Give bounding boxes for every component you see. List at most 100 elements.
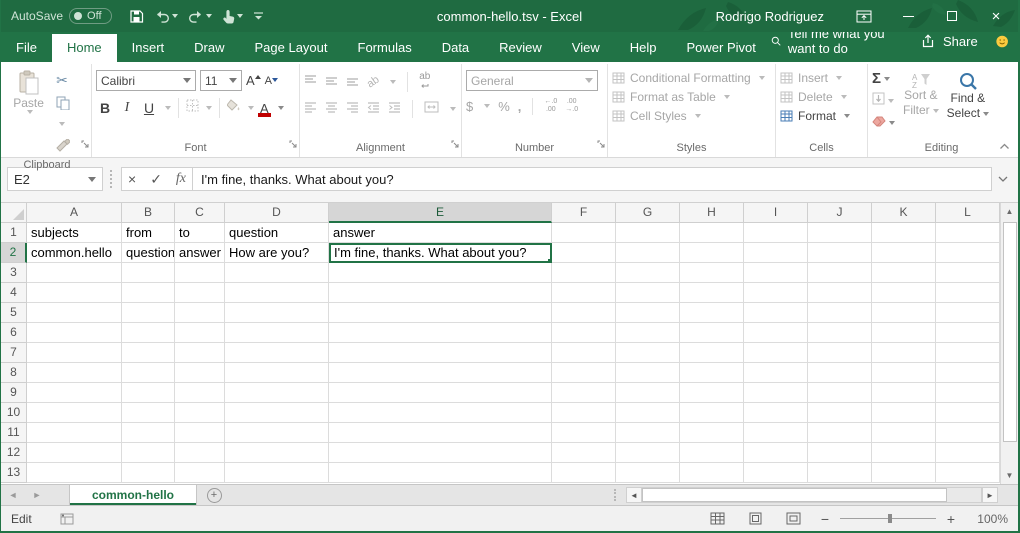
collapse-ribbon-button[interactable]: [999, 142, 1010, 153]
cell-K2[interactable]: [872, 243, 936, 263]
cell-F3[interactable]: [552, 263, 616, 283]
cell-L5[interactable]: [936, 303, 1000, 323]
cell-G4[interactable]: [616, 283, 680, 303]
cell-E2[interactable]: I'm fine, thanks. What about you?: [329, 243, 552, 263]
ribbon-tab-help[interactable]: Help: [615, 34, 672, 62]
cell-E13[interactable]: [329, 463, 552, 483]
align-bottom-button[interactable]: [346, 73, 359, 91]
fill-handle[interactable]: [547, 258, 552, 263]
column-header-B[interactable]: B: [122, 203, 175, 223]
ribbon-tab-power-pivot[interactable]: Power Pivot: [672, 34, 771, 62]
formula-input[interactable]: I'm fine, thanks. What about you?: [192, 167, 992, 191]
copy-dropdown[interactable]: [59, 122, 65, 126]
alignment-dialog-launcher[interactable]: [451, 136, 460, 154]
feedback-smiley-icon[interactable]: [996, 33, 1008, 50]
undo-button[interactable]: [151, 8, 181, 25]
cell-D8[interactable]: [225, 363, 329, 383]
number-format-combo[interactable]: General: [466, 70, 598, 91]
font-color-dropdown[interactable]: [278, 106, 284, 110]
cell-I10[interactable]: [744, 403, 808, 423]
cell-A6[interactable]: [27, 323, 122, 343]
autosave-toggle[interactable]: Off: [69, 8, 111, 24]
font-color-button[interactable]: A: [258, 101, 271, 116]
find-select-button[interactable]: Find & Select: [947, 70, 989, 140]
vertical-scroll-thumb[interactable]: [1003, 222, 1017, 442]
decrease-font-size-button[interactable]: A: [265, 75, 278, 87]
cell-A8[interactable]: [27, 363, 122, 383]
cell-F4[interactable]: [552, 283, 616, 303]
cell-L11[interactable]: [936, 423, 1000, 443]
row-header-7[interactable]: 7: [1, 343, 27, 363]
cell-D3[interactable]: [225, 263, 329, 283]
cell-A10[interactable]: [27, 403, 122, 423]
cell-G11[interactable]: [616, 423, 680, 443]
cell-E12[interactable]: [329, 443, 552, 463]
cell-K12[interactable]: [872, 443, 936, 463]
cell-B13[interactable]: [122, 463, 175, 483]
cell-K10[interactable]: [872, 403, 936, 423]
cell-C4[interactable]: [175, 283, 225, 303]
cell-J6[interactable]: [808, 323, 872, 343]
cell-K13[interactable]: [872, 463, 936, 483]
vertical-scrollbar[interactable]: ▲ ▼: [1000, 203, 1018, 484]
accounting-format-dropdown[interactable]: [484, 104, 490, 108]
row-header-12[interactable]: 12: [1, 443, 27, 463]
cell-G5[interactable]: [616, 303, 680, 323]
ribbon-tab-review[interactable]: Review: [484, 34, 557, 62]
clipboard-dialog-launcher[interactable]: [81, 136, 90, 154]
customize-qat-button[interactable]: [250, 9, 267, 23]
cell-F9[interactable]: [552, 383, 616, 403]
zoom-level[interactable]: 100%: [964, 512, 1008, 526]
row-header-13[interactable]: 13: [1, 463, 27, 483]
cell-D10[interactable]: [225, 403, 329, 423]
name-box-dropdown[interactable]: [88, 177, 96, 182]
fill-color-dropdown[interactable]: [248, 106, 254, 110]
cell-A5[interactable]: [27, 303, 122, 323]
cell-J12[interactable]: [808, 443, 872, 463]
cell-D2[interactable]: How are you?: [225, 243, 329, 263]
column-header-D[interactable]: D: [225, 203, 329, 223]
touch-mode-dropdown[interactable]: [237, 14, 243, 18]
format-as-table-button[interactable]: Format as Table: [612, 90, 765, 104]
cell-K4[interactable]: [872, 283, 936, 303]
scroll-down-button[interactable]: ▼: [1002, 467, 1018, 484]
cell-K7[interactable]: [872, 343, 936, 363]
ribbon-tab-data[interactable]: Data: [427, 34, 484, 62]
cell-A2[interactable]: common.hello: [27, 243, 122, 263]
cell-I9[interactable]: [744, 383, 808, 403]
cell-F10[interactable]: [552, 403, 616, 423]
row-header-1[interactable]: 1: [1, 223, 27, 243]
borders-dropdown[interactable]: [206, 106, 212, 110]
align-right-button[interactable]: [346, 100, 359, 118]
user-name[interactable]: Rodrigo Rodriguez: [716, 9, 824, 24]
cell-F8[interactable]: [552, 363, 616, 383]
cell-I13[interactable]: [744, 463, 808, 483]
cell-C1[interactable]: to: [175, 223, 225, 243]
cell-L4[interactable]: [936, 283, 1000, 303]
cell-C9[interactable]: [175, 383, 225, 403]
row-header-11[interactable]: 11: [1, 423, 27, 443]
paste-button[interactable]: Paste: [7, 66, 50, 157]
cell-F7[interactable]: [552, 343, 616, 363]
cell-K3[interactable]: [872, 263, 936, 283]
cell-E3[interactable]: [329, 263, 552, 283]
cell-B1[interactable]: from: [122, 223, 175, 243]
merge-center-dropdown[interactable]: [450, 107, 456, 111]
save-button[interactable]: [126, 7, 147, 26]
zoom-in-button[interactable]: +: [938, 511, 964, 527]
cell-H11[interactable]: [680, 423, 744, 443]
font-size-combo[interactable]: 11: [200, 70, 242, 91]
scroll-right-button[interactable]: ►: [982, 487, 998, 503]
cell-D7[interactable]: [225, 343, 329, 363]
close-button[interactable]: ×: [974, 0, 1018, 32]
cell-C13[interactable]: [175, 463, 225, 483]
cell-L9[interactable]: [936, 383, 1000, 403]
decrease-decimal-button[interactable]: .00→.0: [565, 98, 578, 115]
column-header-J[interactable]: J: [808, 203, 872, 223]
cell-I6[interactable]: [744, 323, 808, 343]
cell-J10[interactable]: [808, 403, 872, 423]
cell-E8[interactable]: [329, 363, 552, 383]
accounting-format-button[interactable]: $: [466, 99, 473, 114]
cell-H1[interactable]: [680, 223, 744, 243]
zoom-slider[interactable]: [840, 518, 936, 519]
